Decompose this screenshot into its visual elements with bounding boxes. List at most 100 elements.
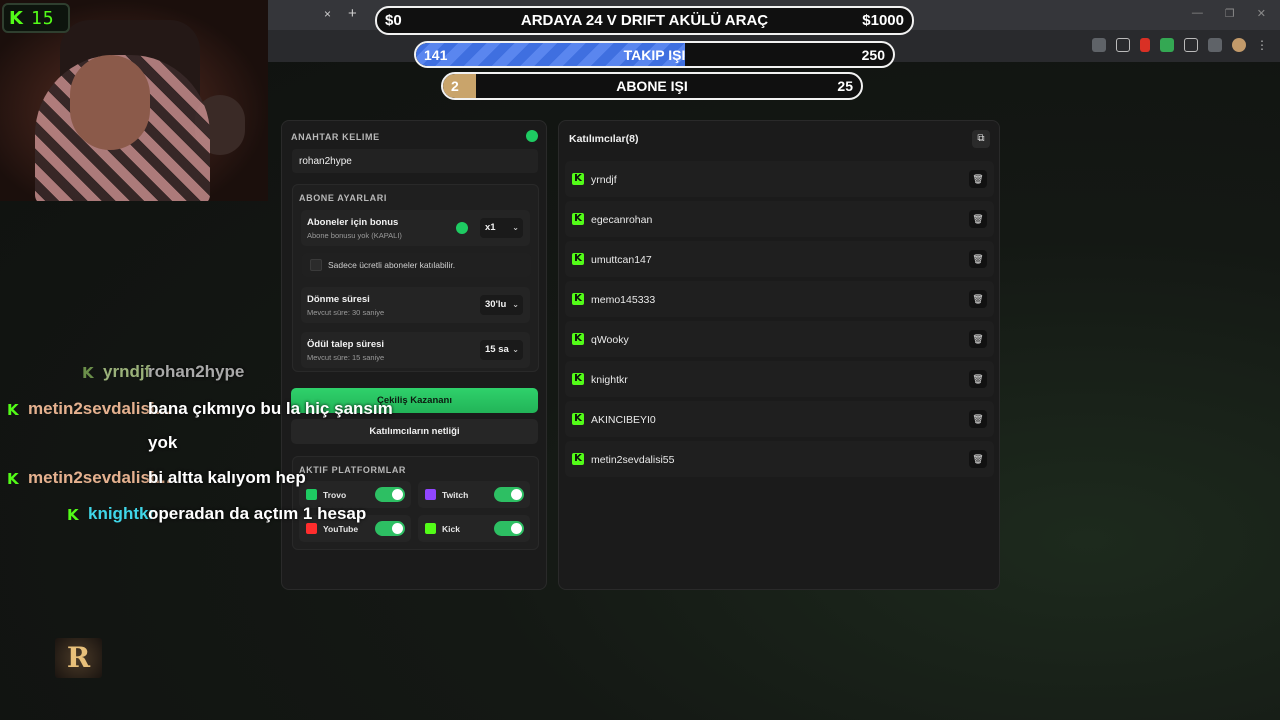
trash-icon[interactable]: 🗑	[969, 290, 987, 308]
bonus-multiplier-value: x1	[485, 222, 496, 233]
chat-username: knightkr	[88, 504, 156, 523]
window-controls: — ❐ ✕	[1192, 7, 1266, 20]
list-item: K metin2sevdalisi55 🗑	[565, 441, 994, 477]
trash-icon[interactable]: 🗑	[969, 170, 987, 188]
close-window-icon[interactable]: ✕	[1257, 7, 1266, 20]
kick-icon: K	[572, 253, 584, 265]
kick-icon	[425, 523, 436, 534]
list-item: K egecanrohan 🗑	[565, 201, 994, 237]
clear-participants-button[interactable]: Katılımcıların netliği	[291, 419, 538, 444]
bonus-status-icon	[456, 222, 468, 234]
trash-icon[interactable]: 🗑	[969, 330, 987, 348]
trash-icon[interactable]: 🗑	[969, 250, 987, 268]
bonus-desc: Abone bonusu yok (KAPALI)	[307, 231, 402, 240]
participant-name: memo145333	[591, 294, 656, 306]
kick-toggle[interactable]	[494, 521, 524, 536]
list-item: K yrndjf 🗑	[565, 161, 994, 197]
chat-username: yrndjf	[103, 362, 151, 381]
claim-desc: Mevcut süre: 15 saniye	[307, 353, 385, 362]
participant-name: knightkr	[591, 374, 628, 386]
participant-name: AKINCIBEYI0	[591, 414, 656, 426]
trash-icon[interactable]: 🗑	[969, 370, 987, 388]
webcam-feed: K 15	[0, 0, 268, 201]
kick-icon: K	[572, 213, 584, 225]
goal-bar-subscribe: 2 ABONE IŞI 25	[441, 72, 863, 100]
twitch-icon	[425, 489, 436, 500]
chat-text: yok	[148, 433, 178, 452]
youtube-icon	[306, 523, 317, 534]
extensions-bar: ⋮	[1092, 38, 1270, 52]
paid-subs-only-row[interactable]: Sadece ücretli aboneler katılabilir.	[302, 253, 531, 277]
list-item: K knightkr 🗑	[565, 361, 994, 397]
goal-target: 250	[861, 46, 885, 63]
extension-record-icon[interactable]	[1140, 38, 1150, 52]
channel-logo: R	[55, 638, 102, 678]
viewer-count-badge: K 15	[2, 3, 70, 33]
chat-text: rohan2hype	[148, 362, 245, 381]
restore-icon[interactable]: ❐	[1225, 7, 1235, 20]
copy-icon[interactable]: ⧉	[972, 130, 990, 148]
goal-bar-drift-car: $0 ARDAYA 24 V DRIFT AKÜLÜ ARAÇ $1000	[375, 6, 914, 35]
chat-text: bana çıkmıyo bu la hiç şansım	[148, 399, 393, 418]
translate-icon[interactable]	[1092, 38, 1106, 52]
subscriber-settings-label: ABONE AYARLARI	[299, 193, 387, 203]
participant-name: qWooky	[591, 334, 629, 346]
trash-icon[interactable]: 🗑	[969, 410, 987, 428]
claim-duration-row: Ödül talep süresi Mevcut süre: 15 saniye…	[301, 332, 530, 368]
paid-subs-checkbox[interactable]	[310, 259, 322, 271]
platform-name: Twitch	[442, 490, 469, 500]
subscriber-bonus-row: Aboneler için bonus Abone bonusu yok (KA…	[301, 210, 530, 246]
paid-subs-label: Sadece ücretli aboneler katılabilir.	[328, 260, 456, 270]
trash-icon[interactable]: 🗑	[969, 210, 987, 228]
list-item: K umuttcan147 🗑	[565, 241, 994, 277]
bookmark-star-icon[interactable]	[1116, 38, 1130, 52]
keyword-label: ANAHTAR KELIME	[291, 132, 380, 142]
subscriber-settings-box: ABONE AYARLARI Aboneler için bonus Abone…	[292, 184, 539, 372]
kick-icon: K	[9, 7, 23, 29]
goal-title: ABONE IŞI	[616, 78, 688, 94]
list-item: K qWooky 🗑	[565, 321, 994, 357]
bonus-title: Aboneler için bonus	[307, 217, 399, 228]
participants-title: Katılımcılar(8)	[569, 133, 639, 145]
participant-name: egecanrohan	[591, 214, 653, 226]
spin-duration-select[interactable]: 30'lu ⌄	[480, 295, 523, 315]
platform-name: Kick	[442, 524, 460, 534]
claim-duration-select[interactable]: 15 sa ⌄	[480, 340, 523, 360]
profile-avatar[interactable]	[1232, 38, 1246, 52]
twitch-toggle[interactable]	[494, 487, 524, 502]
participant-name: metin2sevdalisi55	[591, 454, 675, 466]
platform-name: YouTube	[323, 524, 359, 534]
minimize-icon[interactable]: —	[1192, 7, 1203, 20]
trash-icon[interactable]: 🗑	[969, 450, 987, 468]
kick-icon: K	[7, 470, 19, 488]
kick-icon: K	[572, 293, 584, 305]
extension-shield-icon[interactable]	[1160, 38, 1174, 52]
chat-text: bi altta kalıyom hep	[148, 468, 306, 487]
chat-text: operadan da açtım 1 hesap	[148, 504, 367, 523]
kick-icon: K	[572, 373, 584, 385]
media-control-icon[interactable]	[1208, 38, 1222, 52]
goal-target: $1000	[862, 12, 904, 29]
kick-icon: K	[7, 401, 19, 419]
youtube-toggle[interactable]	[375, 521, 405, 536]
claim-title: Ödül talep süresi	[307, 339, 385, 350]
bonus-multiplier-select[interactable]: x1 ⌄	[480, 218, 523, 238]
new-tab-icon[interactable]: +	[348, 5, 357, 22]
kick-icon: K	[572, 173, 584, 185]
goal-title: ARDAYA 24 V DRIFT AKÜLÜ ARAÇ	[520, 12, 769, 29]
keyword-input[interactable]	[292, 149, 538, 173]
chevron-down-icon: ⌄	[512, 300, 519, 309]
extensions-puzzle-icon[interactable]	[1184, 38, 1198, 52]
chevron-down-icon: ⌄	[512, 345, 519, 354]
platform-kick: Kick	[418, 515, 530, 542]
spin-duration-row: Dönme süresi Mevcut süre: 30 saniye 30'l…	[301, 287, 530, 323]
goal-bar-follow: 141 TAKIP IŞI 250	[414, 41, 895, 68]
kick-icon: K	[572, 453, 584, 465]
kick-icon: K	[572, 333, 584, 345]
tab-close-icon[interactable]: ×	[324, 7, 331, 21]
menu-kebab-icon[interactable]: ⋮	[1256, 38, 1270, 52]
spin-desc: Mevcut süre: 30 saniye	[307, 308, 385, 317]
kick-icon: K	[82, 364, 94, 382]
goal-title: TAKIP IŞI	[623, 46, 686, 63]
trovo-toggle[interactable]	[375, 487, 405, 502]
